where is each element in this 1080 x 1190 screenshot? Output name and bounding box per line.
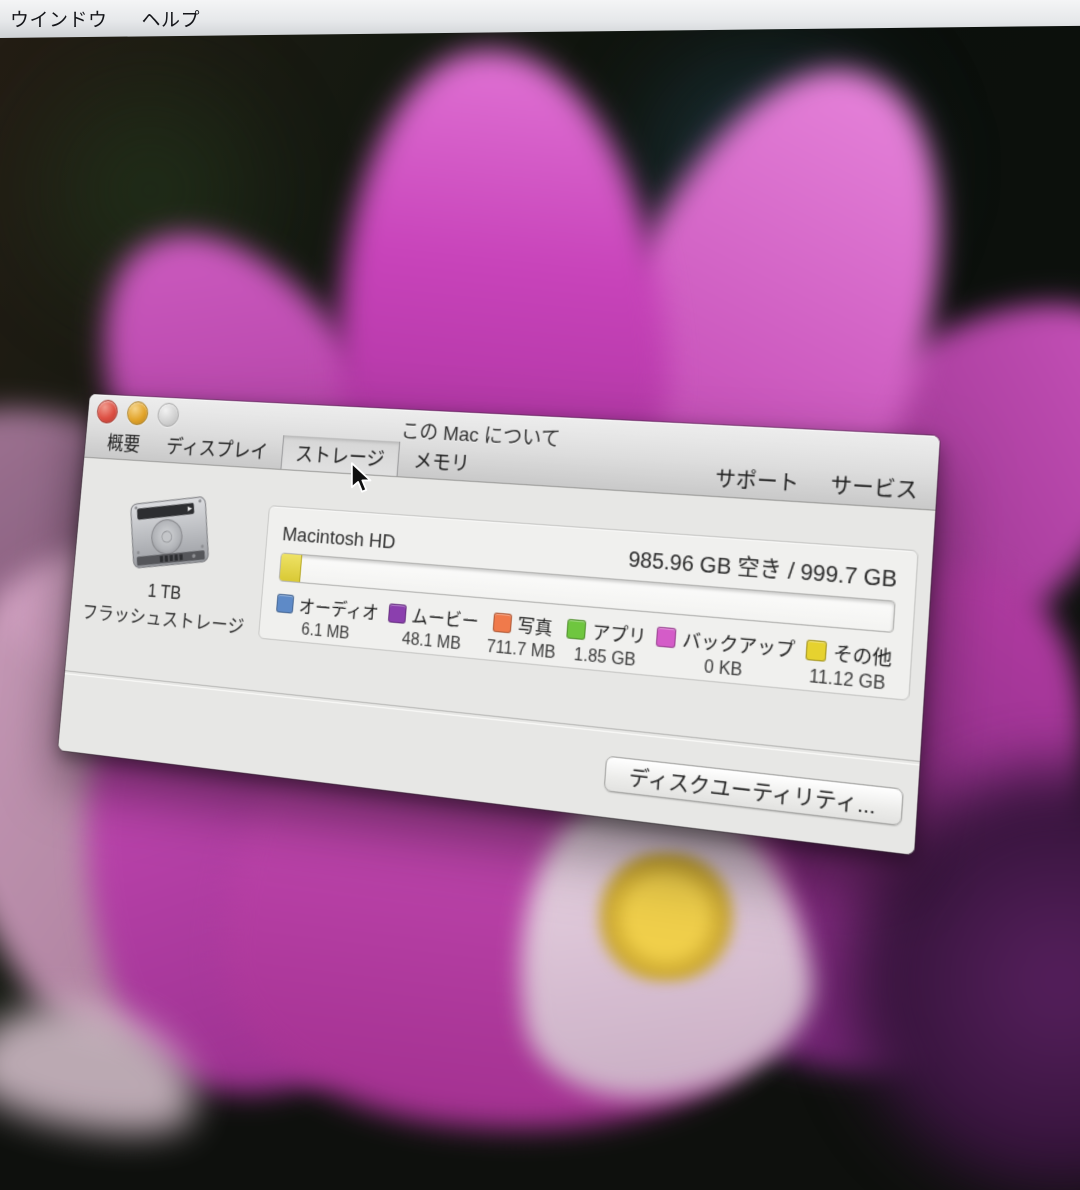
support-link[interactable]: サポート (714, 463, 800, 498)
legend-value: 6.1 MB (301, 621, 351, 644)
legend-item-movies: ムービー 48.1 MB (385, 599, 479, 656)
legend-label: 写真 (517, 610, 554, 640)
menu-item-help[interactable]: ヘルプ (142, 5, 201, 32)
legend-label: その他 (832, 637, 893, 671)
legend-swatch-other (805, 639, 827, 661)
legend-swatch-movies (387, 603, 406, 624)
lotus-stamen (596, 852, 736, 982)
legend-label: アプリ (591, 617, 647, 649)
legend-label: ムービー (411, 601, 480, 634)
device-summary: 1 TB フラッシュストレージ (78, 486, 259, 640)
menu-item-window[interactable]: ウインドウ (10, 5, 108, 32)
volume-name: Macintosh HD (281, 524, 396, 555)
legend-value: 711.7 MB (486, 638, 556, 664)
volume-panel: Macintosh HD 985.96 GB 空き / 999.7 GB オーデ… (258, 505, 919, 701)
disk-utility-button[interactable]: ディスクユーティリティ... (603, 756, 904, 827)
tab-memory[interactable]: メモリ (398, 442, 486, 482)
storage-used-segment (280, 554, 302, 582)
legend-swatch-apps (567, 618, 587, 639)
legend-item-audio: オーディオ 6.1 MB (274, 589, 380, 646)
legend-value: 1.85 GB (573, 646, 636, 672)
legend-label: バックアップ (682, 624, 796, 662)
legend-item-apps: アプリ 1.85 GB (565, 614, 648, 672)
legend-swatch-audio (276, 593, 294, 613)
legend-item-other: その他 11.12 GB (803, 635, 892, 696)
tab-overview[interactable]: 概要 (93, 425, 155, 461)
legend-item-backups: バックアップ 0 KB (654, 622, 796, 686)
legend-swatch-photos (493, 612, 513, 633)
legend-item-photos: 写真 711.7 MB (486, 608, 558, 664)
internal-drive-icon (120, 488, 220, 581)
legend-swatch-backups (656, 626, 677, 648)
legend-label: オーディオ (298, 591, 380, 624)
mouse-cursor (349, 462, 373, 494)
legend-value: 48.1 MB (401, 630, 461, 655)
legend-value: 0 KB (703, 658, 742, 682)
legend-value: 11.12 GB (808, 667, 886, 695)
service-link[interactable]: サービス (830, 469, 919, 505)
